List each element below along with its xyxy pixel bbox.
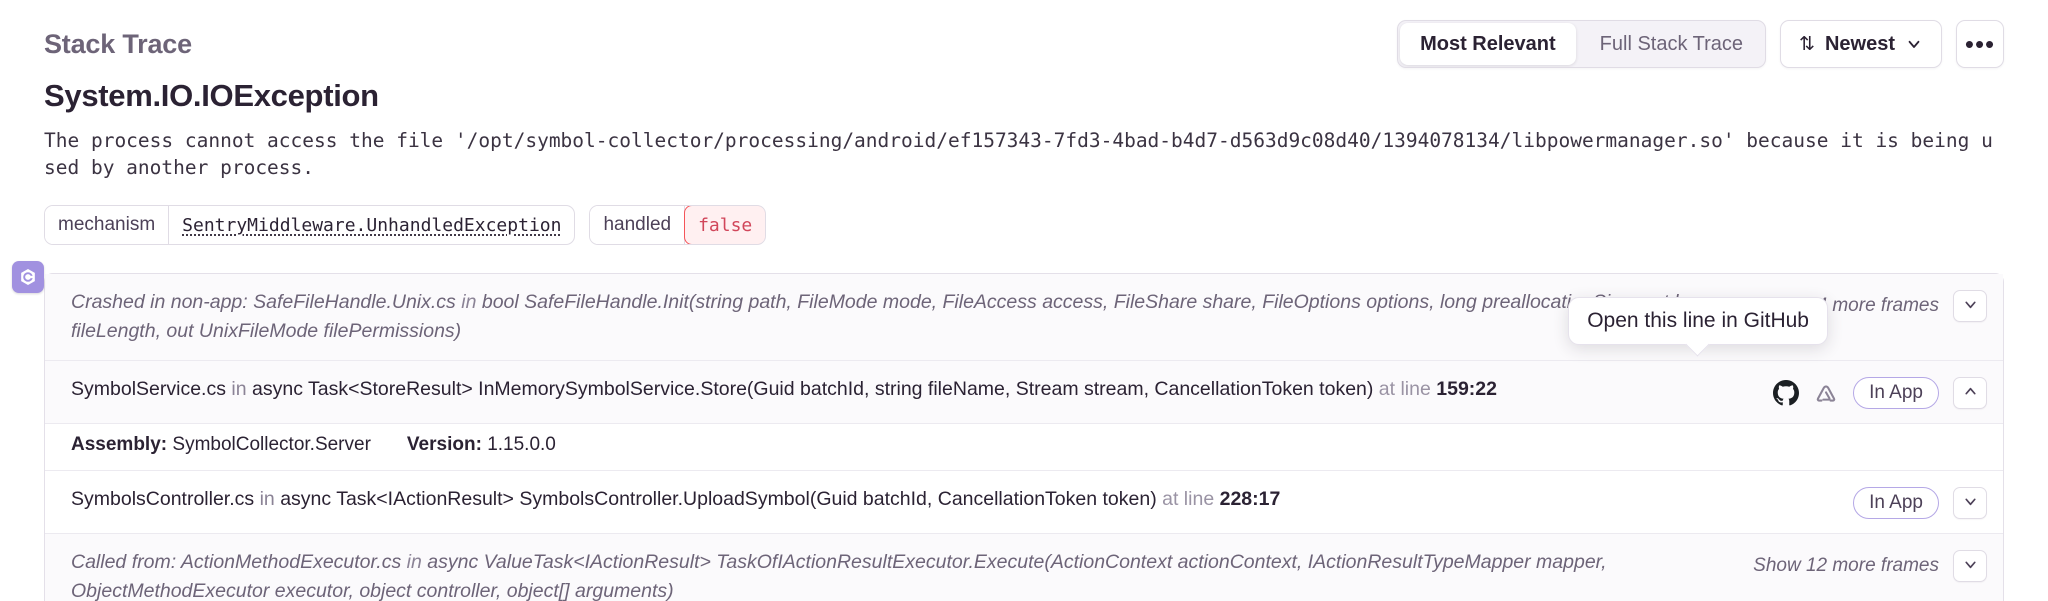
exception-message: The process cannot access the file '/opt… <box>44 129 1993 179</box>
stack-frame-signature: async Task<StoreResult> InMemorySymbolSe… <box>252 378 1374 400</box>
stack-frame-description: Called from: ActionMethodExecutor.cs in … <box>71 548 1735 601</box>
in-app-badge: In App <box>1853 377 1939 409</box>
github-icon[interactable] <box>1773 380 1800 406</box>
stack-frame-description: SymbolService.cs in async Task<StoreResu… <box>71 375 1755 404</box>
more-options-button[interactable]: ••• <box>1956 20 2004 68</box>
assembly-group: Assembly: SymbolCollector.Server <box>71 434 371 456</box>
chevron-down-icon <box>1962 296 1979 316</box>
expand-frame-toggle-symbolscontroller[interactable] <box>1953 487 1987 519</box>
stack-frame-in-word: in <box>259 488 275 510</box>
sort-arrows-icon: ⇅ <box>1799 33 1815 55</box>
version-value: 1.15.0.0 <box>487 434 556 455</box>
stack-frame-actions: Show 12 more frames <box>1735 548 1987 582</box>
stack-frame-filename: SymbolService.cs <box>71 378 226 400</box>
tooltip-text: Open this line in GitHub <box>1587 309 1809 332</box>
version-group: Version: 1.15.0.0 <box>407 434 556 456</box>
stack-trace-header: Stack Trace Most Relevant Full Stack Tra… <box>44 0 2004 74</box>
stack-frame-at-line-label: at line <box>1162 488 1215 510</box>
view-mode-segmented-control[interactable]: Most Relevant Full Stack Trace <box>1397 20 1767 68</box>
mechanism-pill-value[interactable]: SentryMiddleware.UnhandledException <box>169 206 574 244</box>
exception-type: System.IO.IOException <box>44 78 379 113</box>
stack-frame-context-bottom[interactable]: Called from: ActionMethodExecutor.cs in … <box>45 534 2003 601</box>
stack-frame-in-word: in <box>461 291 477 313</box>
github-link-tooltip: Open this line in GitHub <box>1568 297 1828 345</box>
stack-trace-panel-wrap: Open this line in GitHub Crashed in non-… <box>12 261 2004 601</box>
chevron-down-icon <box>1962 556 1979 576</box>
stack-frame-symbolscontroller[interactable]: SymbolsController.cs in async Task<IActi… <box>45 471 2003 534</box>
sentry-icon[interactable] <box>1813 380 1839 406</box>
handled-pill-value: false <box>684 206 766 244</box>
stack-frame-description: Crashed in non-app: SafeFileHandle.Unix.… <box>71 288 1735 346</box>
exception-meta-pills: mechanism SentryMiddleware.UnhandledExce… <box>44 205 2004 245</box>
stack-frame-line-number: 159:22 <box>1436 378 1497 400</box>
stack-frame-signature: async Task<IActionResult> SymbolsControl… <box>280 488 1157 510</box>
show-more-frames-link-bottom[interactable]: Show 12 more frames <box>1753 555 1939 577</box>
stack-frame-at-line-label: at line <box>1378 378 1431 400</box>
chevron-down-icon <box>1962 493 1979 513</box>
stack-frame-filename: SafeFileHandle.Unix.cs <box>253 291 456 313</box>
chevron-up-icon <box>1962 383 1979 403</box>
handled-pill-key: handled <box>590 206 686 244</box>
stack-frame-filename: SymbolsController.cs <box>71 488 255 510</box>
stack-trace-page: Stack Trace Most Relevant Full Stack Tra… <box>0 0 2048 601</box>
mechanism-pill-key: mechanism <box>45 206 170 244</box>
version-label: Version: <box>406 434 482 455</box>
more-options-icon: ••• <box>1964 29 1996 59</box>
stack-frame-actions: In App <box>1755 375 1987 409</box>
sort-button-label: Newest <box>1824 32 1895 55</box>
assembly-label: Assembly: <box>71 434 168 455</box>
stack-frame-description: SymbolsController.cs in async Task<IActi… <box>71 485 1835 514</box>
collapse-frame-toggle-symbolservice[interactable] <box>1953 377 1987 409</box>
tab-most-relevant[interactable]: Most Relevant <box>1400 23 1576 65</box>
assembly-value: SymbolCollector.Server <box>172 434 371 455</box>
sort-button[interactable]: ⇅ Newest <box>1780 20 1942 68</box>
in-app-badge: In App <box>1853 487 1939 519</box>
page-title: Stack Trace <box>44 28 192 59</box>
csharp-platform-icon <box>12 261 44 293</box>
chevron-down-icon <box>1905 35 1923 53</box>
handled-pill: handled false <box>589 205 767 245</box>
stack-frame-in-word: in <box>231 378 247 400</box>
stack-frame-filename: ActionMethodExecutor.cs <box>180 551 402 573</box>
stack-frame-prefix: Called from: <box>71 551 177 573</box>
frame-assembly-details: Assembly: SymbolCollector.Server Version… <box>45 424 2003 471</box>
expand-frame-toggle-bottom[interactable] <box>1953 550 1987 582</box>
header-actions: Most Relevant Full Stack Trace ⇅ Newest … <box>1397 20 2004 68</box>
stack-frame-prefix: Crashed in non-app: <box>71 291 248 313</box>
mechanism-pill: mechanism SentryMiddleware.UnhandledExce… <box>44 205 576 245</box>
stack-frame-line-number: 228:17 <box>1219 488 1281 510</box>
stack-frame-in-word: in <box>406 551 422 573</box>
tab-full-stack-trace[interactable]: Full Stack Trace <box>1578 21 1765 67</box>
stack-frame-actions: In App <box>1835 485 1987 519</box>
stack-frame-symbolservice[interactable]: SymbolService.cs in async Task<StoreResu… <box>45 361 2003 424</box>
expand-frame-toggle-top[interactable] <box>1953 290 1987 322</box>
